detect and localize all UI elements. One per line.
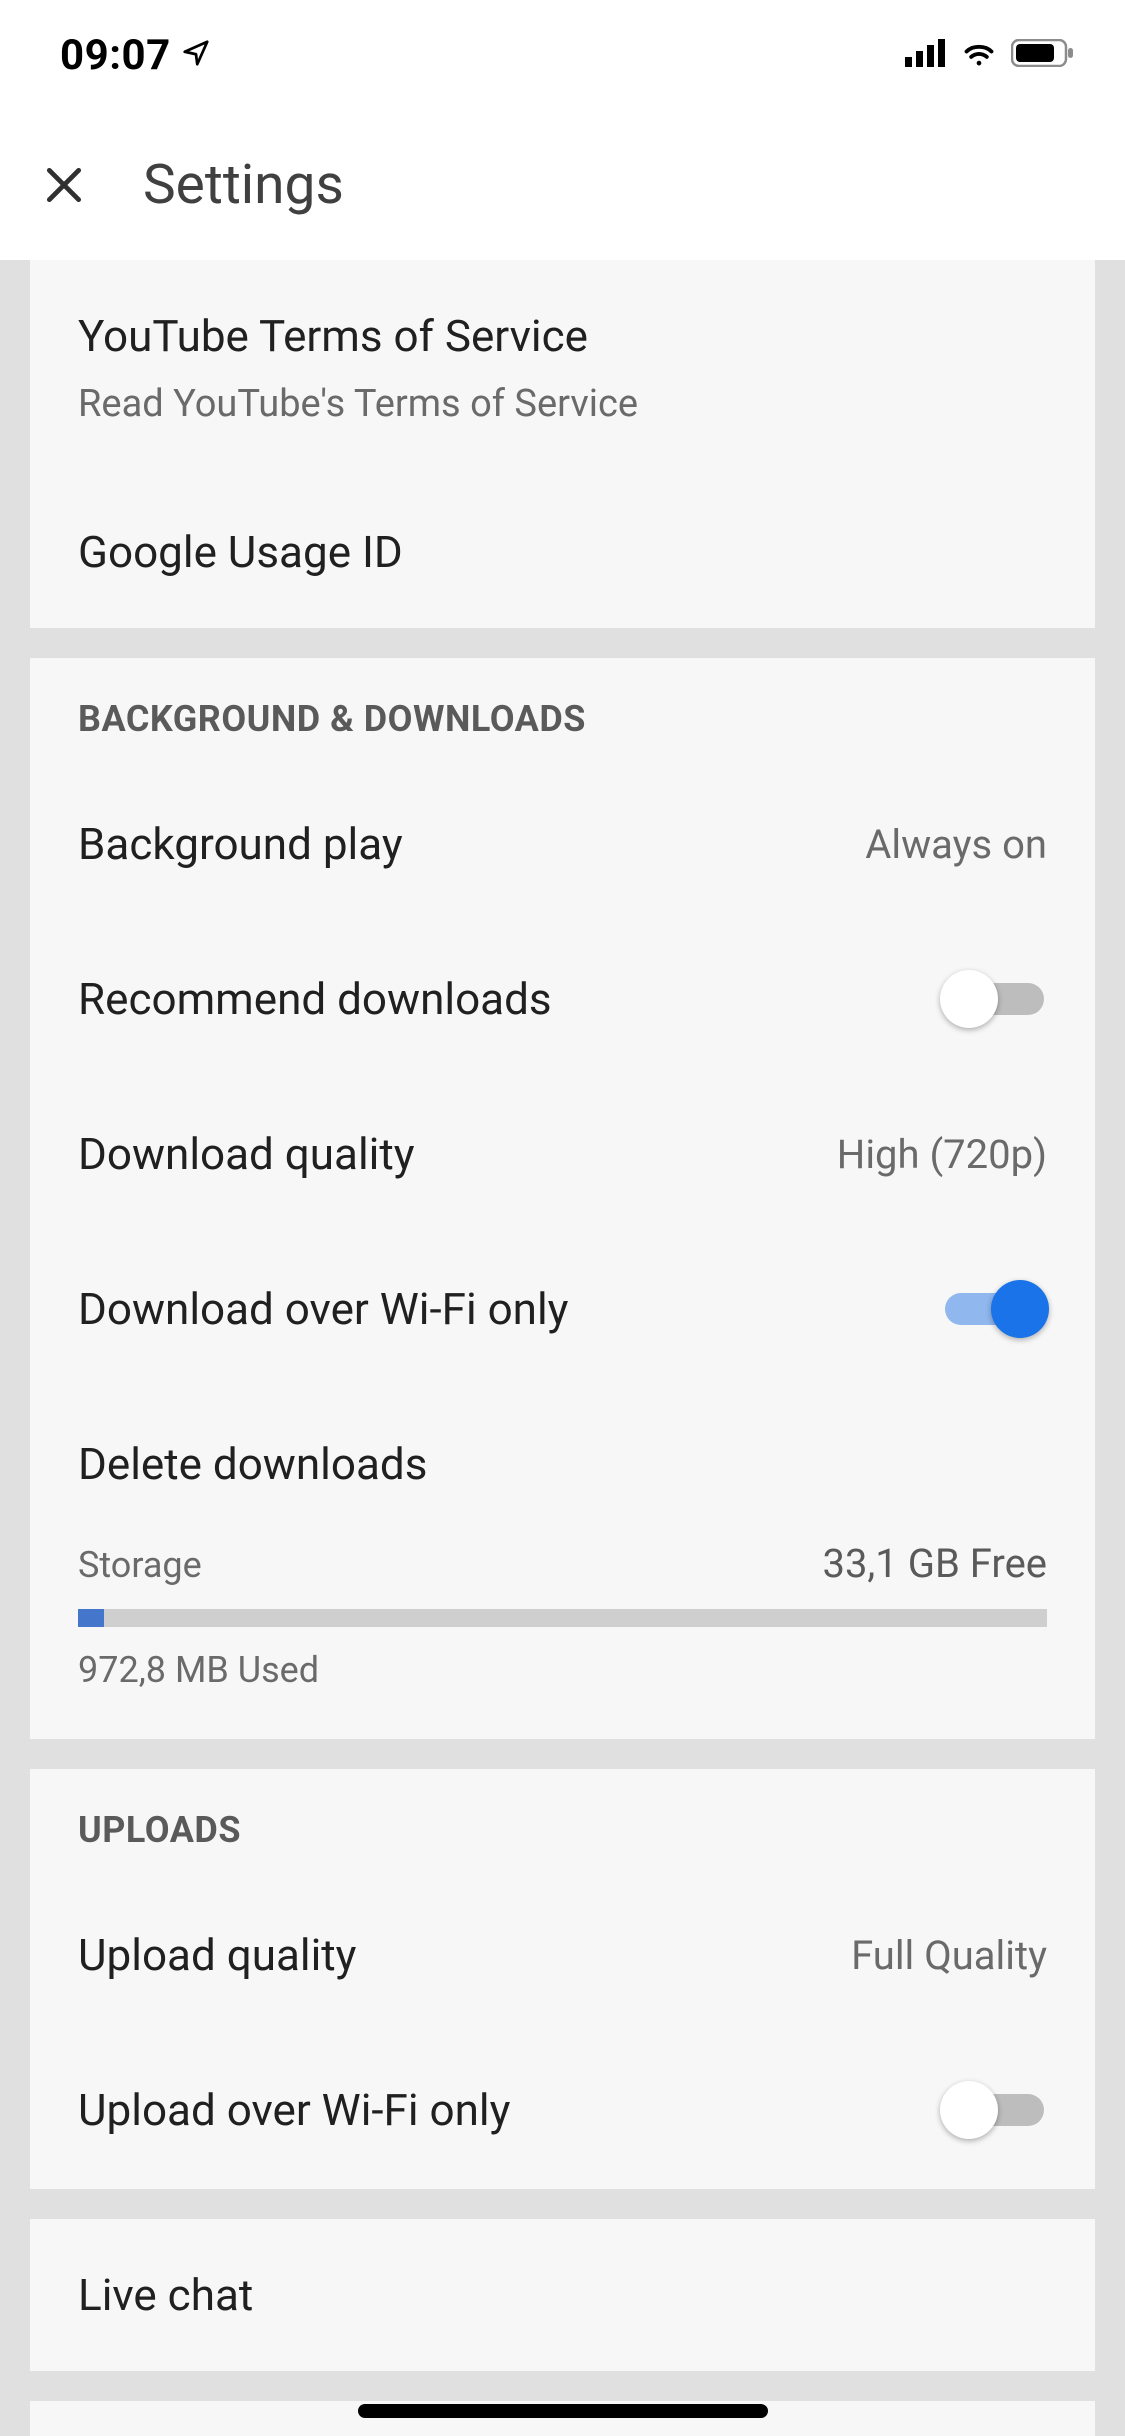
- section-live-chat: Live chat: [30, 2219, 1095, 2371]
- row-label: YouTube Terms of Service: [78, 310, 638, 362]
- row-recommend-downloads: Recommend downloads: [30, 920, 1095, 1078]
- wifi-icon: [959, 39, 999, 71]
- toggle-download-wifi-only[interactable]: [942, 1280, 1047, 1338]
- row-label: Upload quality: [78, 1929, 357, 1981]
- status-bar: 09:07: [0, 0, 1125, 110]
- section-header: BACKGROUND & DOWNLOADS: [30, 658, 1095, 768]
- row-subtitle: Read YouTube's Terms of Service: [78, 382, 638, 426]
- row-label: Google Usage ID: [78, 526, 403, 578]
- row-label: Delete downloads: [78, 1438, 427, 1490]
- row-background-play[interactable]: Background play Always on: [30, 768, 1095, 920]
- storage-block: Storage 33,1 GB Free 972,8 MB Used: [30, 1540, 1095, 1739]
- section-header: UPLOADS: [30, 1769, 1095, 1879]
- header: Settings: [0, 110, 1125, 260]
- status-time: 09:07: [60, 31, 171, 80]
- location-icon: [181, 38, 211, 72]
- row-value: Full Quality: [851, 1932, 1047, 1979]
- row-delete-downloads[interactable]: Delete downloads: [30, 1388, 1095, 1540]
- row-value: Always on: [865, 821, 1047, 868]
- row-live-chat[interactable]: Live chat: [30, 2219, 1095, 2371]
- storage-used: 972,8 MB Used: [78, 1649, 1047, 1691]
- row-label: Download over Wi-Fi only: [78, 1283, 569, 1335]
- row-youtube-tos[interactable]: YouTube Terms of Service Read YouTube's …: [30, 260, 1095, 476]
- row-download-quality[interactable]: Download quality High (720p): [30, 1078, 1095, 1230]
- cellular-icon: [905, 39, 947, 71]
- row-value: High (720p): [837, 1131, 1047, 1178]
- row-label: Live chat: [78, 2269, 253, 2321]
- row-label: Recommend downloads: [78, 973, 552, 1025]
- section-background-downloads: BACKGROUND & DOWNLOADS Background play A…: [30, 658, 1095, 1739]
- row-download-wifi-only: Download over Wi-Fi only: [30, 1230, 1095, 1388]
- storage-label: Storage: [78, 1544, 202, 1586]
- close-icon: [42, 163, 86, 207]
- section-legal: YouTube Terms of Service Read YouTube's …: [30, 260, 1095, 628]
- storage-fill: [78, 1609, 104, 1627]
- page-title: Settings: [143, 153, 344, 217]
- toggle-recommend-downloads[interactable]: [942, 970, 1047, 1028]
- row-upload-quality[interactable]: Upload quality Full Quality: [30, 1879, 1095, 2031]
- home-indicator[interactable]: [358, 2404, 768, 2418]
- storage-free: 33,1 GB Free: [822, 1540, 1047, 1587]
- section-uploads: UPLOADS Upload quality Full Quality Uplo…: [30, 1769, 1095, 2189]
- row-google-usage-id[interactable]: Google Usage ID: [30, 476, 1095, 628]
- storage-bar: [78, 1609, 1047, 1627]
- row-label: Download quality: [78, 1128, 415, 1180]
- toggle-upload-wifi-only[interactable]: [942, 2081, 1047, 2139]
- battery-icon: [1011, 39, 1075, 71]
- close-button[interactable]: [40, 161, 88, 209]
- row-label: Upload over Wi-Fi only: [78, 2084, 510, 2136]
- row-label: Background play: [78, 818, 403, 870]
- row-upload-wifi-only: Upload over Wi-Fi only: [30, 2031, 1095, 2189]
